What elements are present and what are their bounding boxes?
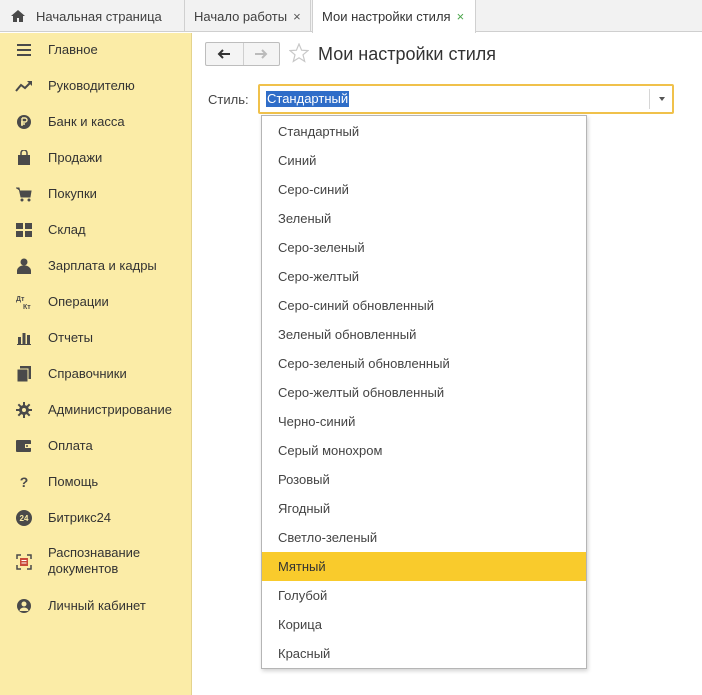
dropdown-option[interactable]: Серо-зеленый обновленный bbox=[262, 349, 586, 378]
trend-icon bbox=[14, 76, 34, 96]
person-icon bbox=[14, 256, 34, 276]
dropdown-option[interactable]: Серо-зеленый bbox=[262, 233, 586, 262]
dropdown-option[interactable]: Корица bbox=[262, 610, 586, 639]
sidebar-item-admin[interactable]: Администрирование bbox=[0, 399, 192, 421]
tab-bar: Начальная страница Начало работы × Мои н… bbox=[0, 0, 702, 33]
sidebar-item-label: Оплата bbox=[48, 438, 93, 453]
style-select-value[interactable]: Стандартный bbox=[266, 91, 350, 107]
dropdown-option[interactable]: Зеленый обновленный bbox=[262, 320, 586, 349]
sidebar-item-label: Операции bbox=[48, 294, 109, 309]
sidebar-item-label: Зарплата и кадры bbox=[48, 258, 157, 273]
ruble-icon bbox=[14, 112, 34, 132]
sidebar-item-sales[interactable]: Продажи bbox=[0, 147, 192, 169]
sidebar-item-reports[interactable]: Отчеты bbox=[0, 327, 192, 349]
sidebar-item-label: Покупки bbox=[48, 186, 97, 201]
style-select[interactable]: Стандартный bbox=[258, 84, 674, 114]
dropdown-option[interactable]: Зеленый bbox=[262, 204, 586, 233]
sidebar-item-label-line1: Распознавание bbox=[48, 545, 141, 560]
sidebar-item-manager[interactable]: Руководителю bbox=[0, 75, 192, 97]
home-icon bbox=[11, 10, 25, 22]
forward-button[interactable] bbox=[242, 43, 280, 65]
sidebar-item-label: Битрикс24 bbox=[48, 510, 112, 525]
tab-home-label: Начальная страница bbox=[36, 8, 162, 24]
sidebar-item-label: Справочники bbox=[48, 366, 127, 381]
sidebar-item-label: Отчеты bbox=[48, 330, 93, 345]
cart-icon bbox=[14, 184, 34, 204]
sidebar-item-label: Продажи bbox=[48, 150, 103, 165]
scan-icon bbox=[14, 552, 34, 572]
sidebar-item-payment[interactable]: Оплата bbox=[0, 435, 192, 457]
sidebar-item-recognition[interactable]: Распознавание документов bbox=[0, 544, 192, 580]
dropdown-option[interactable]: Серо-желтый bbox=[262, 262, 586, 291]
debit-glyph: Дт bbox=[16, 296, 25, 303]
sidebar-item-bitrix24[interactable]: 24 Битрикс24 bbox=[0, 507, 192, 529]
tab-style-settings[interactable]: Мои настройки стиля × bbox=[312, 0, 476, 33]
dropdown-option[interactable]: Красный bbox=[262, 639, 586, 668]
dropdown-option[interactable]: Серо-желтый обновленный bbox=[262, 378, 586, 407]
shopping-bag-icon bbox=[14, 148, 34, 168]
style-dropdown-list: Стандартный Синий Серо-синий Зеленый Сер… bbox=[261, 115, 587, 669]
sidebar-item-main[interactable]: Главное bbox=[0, 39, 192, 61]
sidebar: Главное Руководителю Банк и касса Продаж… bbox=[0, 33, 192, 695]
arrow-right-icon bbox=[255, 49, 268, 59]
sidebar-item-operations[interactable]: Дт Кт Операции bbox=[0, 291, 192, 313]
combo-divider bbox=[649, 89, 650, 109]
sidebar-item-label: Банк и касса bbox=[48, 114, 125, 129]
sidebar-item-label: Администрирование bbox=[48, 402, 172, 417]
close-icon[interactable]: × bbox=[457, 10, 465, 23]
dropdown-option[interactable]: Серо-синий bbox=[262, 175, 586, 204]
tab-start-label: Начало работы bbox=[194, 8, 288, 24]
sidebar-item-warehouse[interactable]: Склад bbox=[0, 219, 192, 241]
dropdown-option[interactable]: Синий bbox=[262, 146, 586, 175]
grid-icon bbox=[14, 220, 34, 240]
sidebar-item-label: Склад bbox=[48, 222, 86, 237]
close-icon[interactable]: × bbox=[293, 10, 301, 23]
main-content: Мои настройки стиля Стиль: Стандартный С… bbox=[193, 33, 702, 695]
sidebar-item-references[interactable]: Справочники bbox=[0, 363, 192, 385]
tab-style-settings-label: Мои настройки стиля bbox=[322, 9, 451, 24]
star-icon[interactable] bbox=[289, 43, 309, 63]
question-icon: ? bbox=[19, 474, 29, 490]
sidebar-item-label: Личный кабинет bbox=[48, 598, 146, 613]
sidebar-item-label: Помощь bbox=[48, 474, 99, 489]
dropdown-option-highlighted[interactable]: Мятный bbox=[262, 552, 586, 581]
credit-glyph: Кт bbox=[23, 304, 31, 311]
sidebar-item-bank[interactable]: Банк и касса bbox=[0, 111, 192, 133]
dropdown-option[interactable]: Стандартный bbox=[262, 117, 586, 146]
user-circle-icon bbox=[14, 596, 34, 616]
debit-credit-icon: Дт Кт bbox=[14, 292, 34, 312]
sidebar-item-label: Главное bbox=[48, 42, 98, 57]
menu-icon bbox=[14, 40, 34, 60]
tab-home[interactable]: Начальная страница bbox=[0, 0, 185, 32]
sidebar-item-help[interactable]: ? Помощь bbox=[0, 471, 192, 493]
sidebar-item-account[interactable]: Личный кабинет bbox=[0, 595, 192, 617]
bar-chart-icon bbox=[14, 328, 34, 348]
dropdown-option[interactable]: Серо-синий обновленный bbox=[262, 291, 586, 320]
books-icon bbox=[14, 364, 34, 384]
wallet-icon bbox=[14, 436, 34, 456]
style-field-label: Стиль: bbox=[208, 92, 249, 107]
back-button[interactable] bbox=[206, 43, 243, 65]
sidebar-item-label-line2: документов bbox=[48, 561, 119, 576]
sidebar-item-label: Руководителю bbox=[48, 78, 135, 93]
sidebar-item-salary[interactable]: Зарплата и кадры bbox=[0, 255, 192, 277]
tab-start[interactable]: Начало работы × bbox=[186, 0, 311, 32]
page-title: Мои настройки стиля bbox=[318, 44, 497, 64]
gear-icon bbox=[14, 400, 34, 420]
dropdown-option[interactable]: Розовый bbox=[262, 465, 586, 494]
dropdown-option[interactable]: Черно-синий bbox=[262, 407, 586, 436]
dropdown-option[interactable]: Ягодный bbox=[262, 494, 586, 523]
chevron-down-icon[interactable] bbox=[659, 97, 665, 101]
dropdown-option[interactable]: Светло-зеленый bbox=[262, 523, 586, 552]
sidebar-item-label: Распознавание документов bbox=[48, 545, 140, 577]
sidebar-item-purchases[interactable]: Покупки bbox=[0, 183, 192, 205]
history-nav bbox=[205, 42, 280, 66]
dropdown-option[interactable]: Серый монохром bbox=[262, 436, 586, 465]
bitrix24-glyph: 24 bbox=[16, 510, 32, 526]
bitrix24-icon: 24 bbox=[14, 508, 34, 528]
dropdown-option[interactable]: Голубой bbox=[262, 581, 586, 610]
arrow-left-icon bbox=[217, 49, 231, 59]
